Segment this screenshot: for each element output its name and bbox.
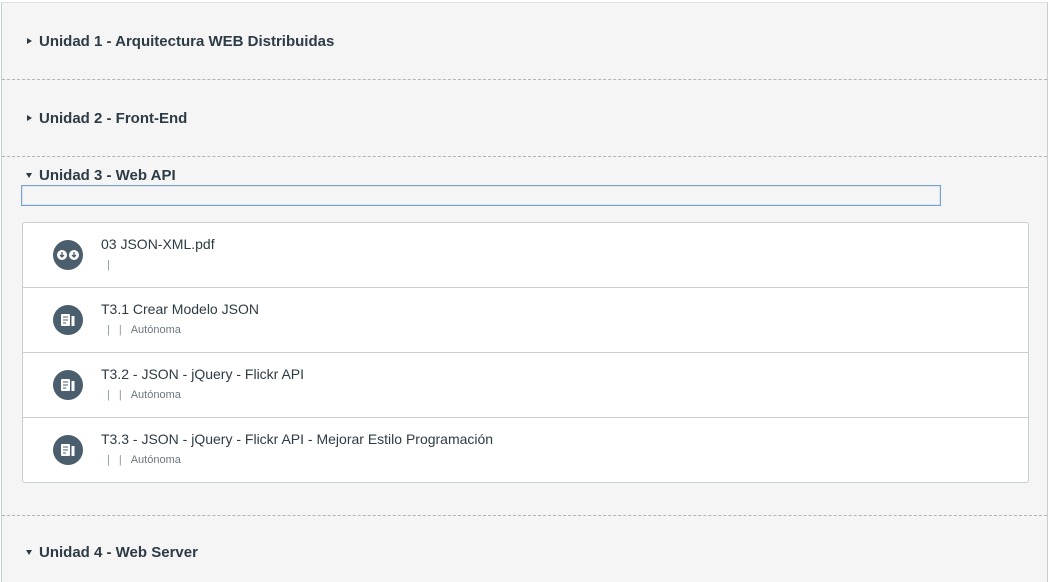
- expanded-triangle-icon[interactable]: [25, 168, 39, 182]
- module-title: Unidad 4 - Web Server: [39, 543, 198, 561]
- module-header-unidad-4[interactable]: Unidad 4 - Web Server: [2, 516, 1047, 582]
- module-items: 03 JSON-XML.pdf | T3.1 Crear Modelo JSON…: [22, 222, 1029, 483]
- item-title-link[interactable]: T3.3 - JSON - jQuery - Flickr API - Mejo…: [101, 431, 493, 447]
- assignment-icon: [53, 305, 83, 335]
- assignment-icon: [53, 370, 83, 400]
- list-item[interactable]: T3.2 - JSON - jQuery - Flickr API | | Autó…: [23, 352, 1028, 417]
- item-requirement: Autónoma: [130, 324, 181, 336]
- module-title: Unidad 3 - Web API: [39, 166, 176, 184]
- item-title-link[interactable]: 03 JSON-XML.pdf: [101, 236, 215, 252]
- module-header-unidad-1[interactable]: Unidad 1 - Arquitectura WEB Distribuidas: [2, 3, 1047, 79]
- module-title: Unidad 2 - Front-End: [39, 109, 188, 127]
- item-title-link[interactable]: T3.1 Crear Modelo JSON: [101, 301, 259, 317]
- list-item[interactable]: T3.1 Crear Modelo JSON | | Autónoma: [23, 287, 1028, 352]
- modules-list: Unidad 1 - Arquitectura WEB Distribuidas…: [1, 2, 1048, 582]
- item-requirement: Autónoma: [130, 454, 181, 466]
- expanded-triangle-icon[interactable]: [25, 545, 39, 559]
- download-attachment-icon: [53, 240, 83, 270]
- module-header-unidad-2[interactable]: Unidad 2 - Front-End: [2, 80, 1047, 156]
- assignment-icon: [53, 435, 83, 465]
- item-meta: | | Autónoma: [107, 324, 181, 336]
- item-requirement: Autónoma: [130, 389, 181, 401]
- item-meta: | | Autónoma: [107, 454, 181, 466]
- item-title-link[interactable]: T3.2 - JSON - jQuery - Flickr API: [101, 366, 304, 382]
- list-item[interactable]: 03 JSON-XML.pdf |: [23, 223, 1028, 287]
- item-meta: | | Autónoma: [107, 389, 181, 401]
- item-meta: |: [107, 259, 110, 271]
- collapsed-triangle-icon[interactable]: [25, 34, 39, 48]
- module-header-unidad-3[interactable]: Unidad 3 - Web API: [2, 157, 1047, 231]
- collapsed-triangle-icon[interactable]: [25, 111, 39, 125]
- list-item[interactable]: T3.3 - JSON - jQuery - Flickr API - Mejo…: [23, 417, 1028, 482]
- module-title: Unidad 1 - Arquitectura WEB Distribuidas: [39, 32, 335, 50]
